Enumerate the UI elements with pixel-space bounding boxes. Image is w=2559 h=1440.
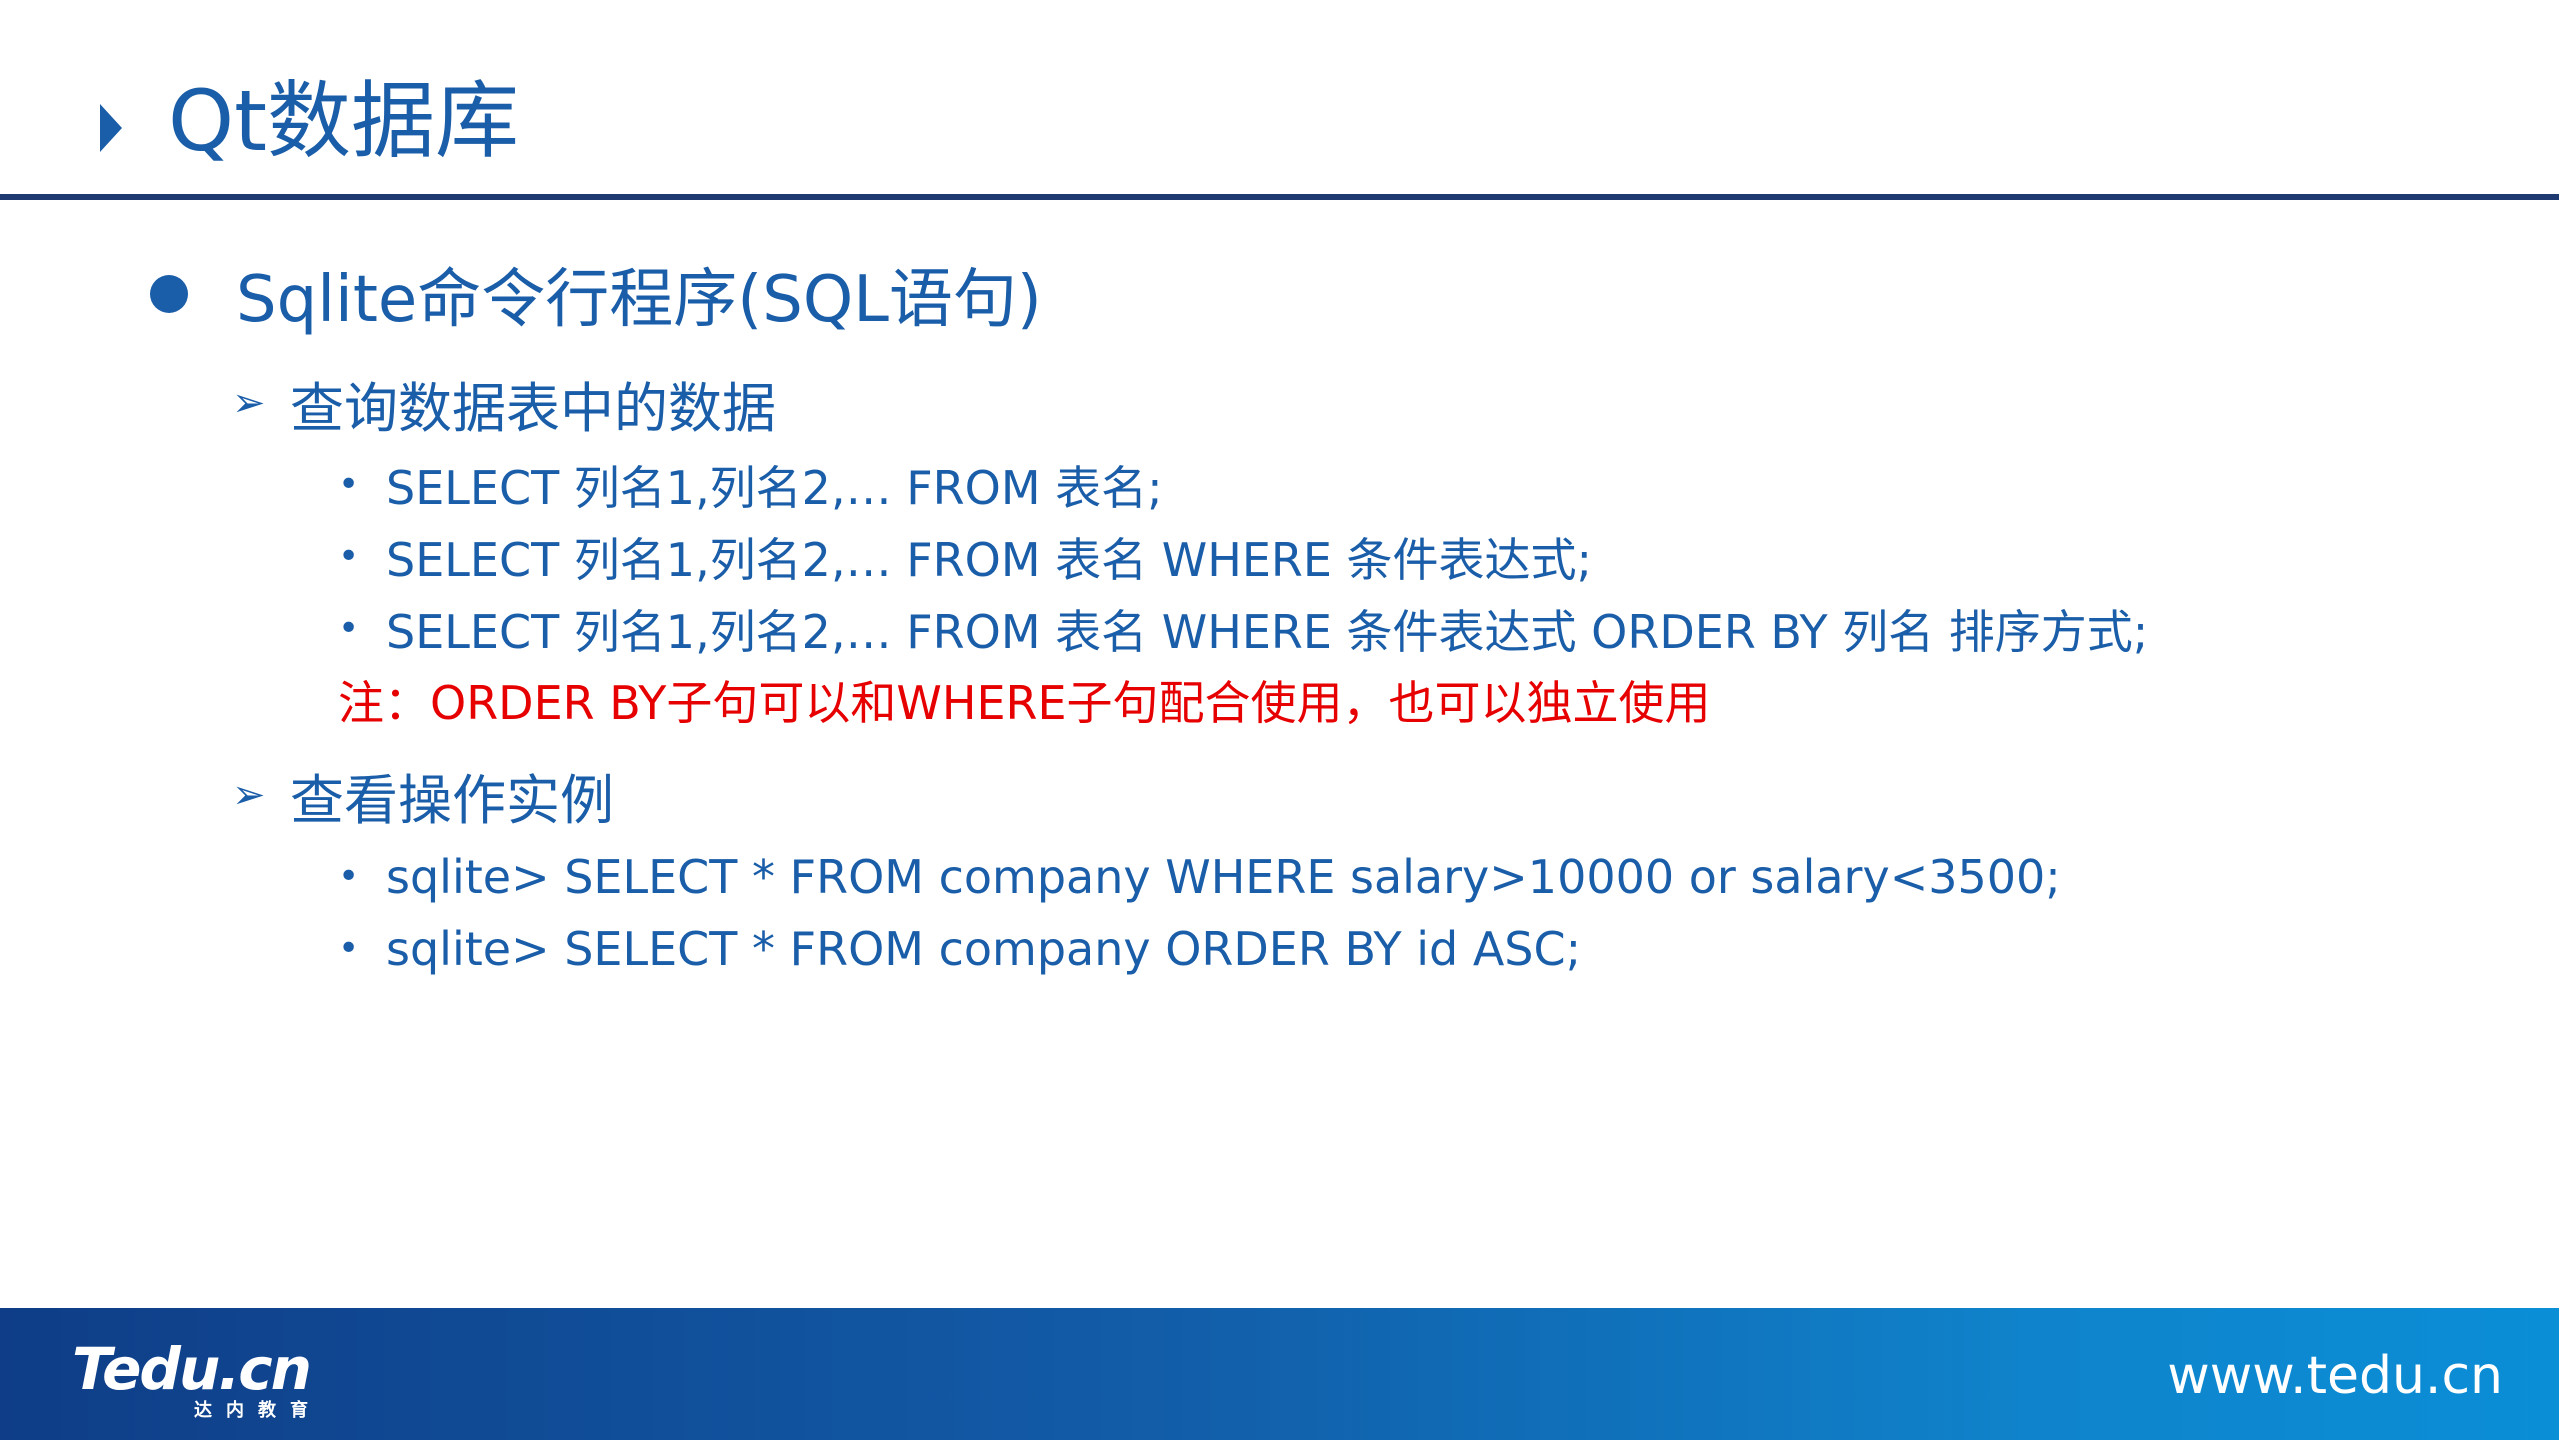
section-heading-text: 查看操作实例: [290, 768, 614, 832]
small-dot-icon: •: [338, 536, 360, 577]
website-url: www.tedu.cn: [2167, 1346, 2503, 1406]
logo-subtitle: 达内教育: [194, 1400, 322, 1421]
triangle-right-icon: [100, 104, 122, 152]
level1-text: Sqlite命令行程序(SQL语句): [236, 263, 1042, 337]
list-item-text: SELECT 列名1,列名2,… FROM 表名;: [386, 461, 1163, 515]
small-dot-icon: •: [338, 928, 360, 969]
list-item-text: SELECT 列名1,列名2,… FROM 表名 WHERE 条件表达式 ORD…: [386, 605, 2149, 659]
list-item: • sqlite> SELECT * FROM company WHERE sa…: [338, 846, 2061, 908]
slide-title: Qt数据库: [168, 72, 520, 170]
section-heading-query: ➢ 查询数据表中的数据: [232, 368, 776, 440]
list-item: • SELECT 列名1,列名2,… FROM 表名 WHERE 条件表达式;: [338, 526, 1592, 588]
list-item-text: SELECT 列名1,列名2,… FROM 表名 WHERE 条件表达式;: [386, 533, 1593, 587]
note-text: 注：ORDER BY子句可以和WHERE子句配合使用，也可以独立使用: [338, 676, 1711, 730]
small-dot-icon: •: [338, 464, 360, 505]
small-dot-icon: •: [338, 856, 360, 897]
tedu-logo: Tedu.cn 达内教育: [72, 1340, 322, 1420]
filled-circle-icon: [150, 275, 188, 313]
list-item-text: sqlite> SELECT * FROM company ORDER BY i…: [386, 922, 1582, 976]
title-divider: [0, 194, 2559, 200]
logo-wordmark: Tedu.cn: [72, 1335, 312, 1403]
slide: Qt数据库 Sqlite命令行程序(SQL语句) ➢ 查询数据表中的数据 • S…: [0, 0, 2559, 1440]
footer-bar: Tedu.cn 达内教育 www.tedu.cn: [0, 1308, 2559, 1440]
list-item-text: sqlite> SELECT * FROM company WHERE sala…: [386, 850, 2061, 904]
arrow-right-icon: ➢: [232, 772, 266, 818]
list-item: • SELECT 列名1,列名2,… FROM 表名;: [338, 454, 1163, 516]
section-heading-examples: ➢ 查看操作实例: [232, 760, 614, 832]
arrow-right-icon: ➢: [232, 380, 266, 426]
list-item: • sqlite> SELECT * FROM company ORDER BY…: [338, 918, 1581, 980]
section-heading-text: 查询数据表中的数据: [290, 376, 776, 440]
list-item: • SELECT 列名1,列名2,… FROM 表名 WHERE 条件表达式 O…: [338, 598, 2148, 660]
small-dot-icon: •: [338, 608, 360, 649]
level1-bullet-item: Sqlite命令行程序(SQL语句): [150, 252, 1042, 337]
